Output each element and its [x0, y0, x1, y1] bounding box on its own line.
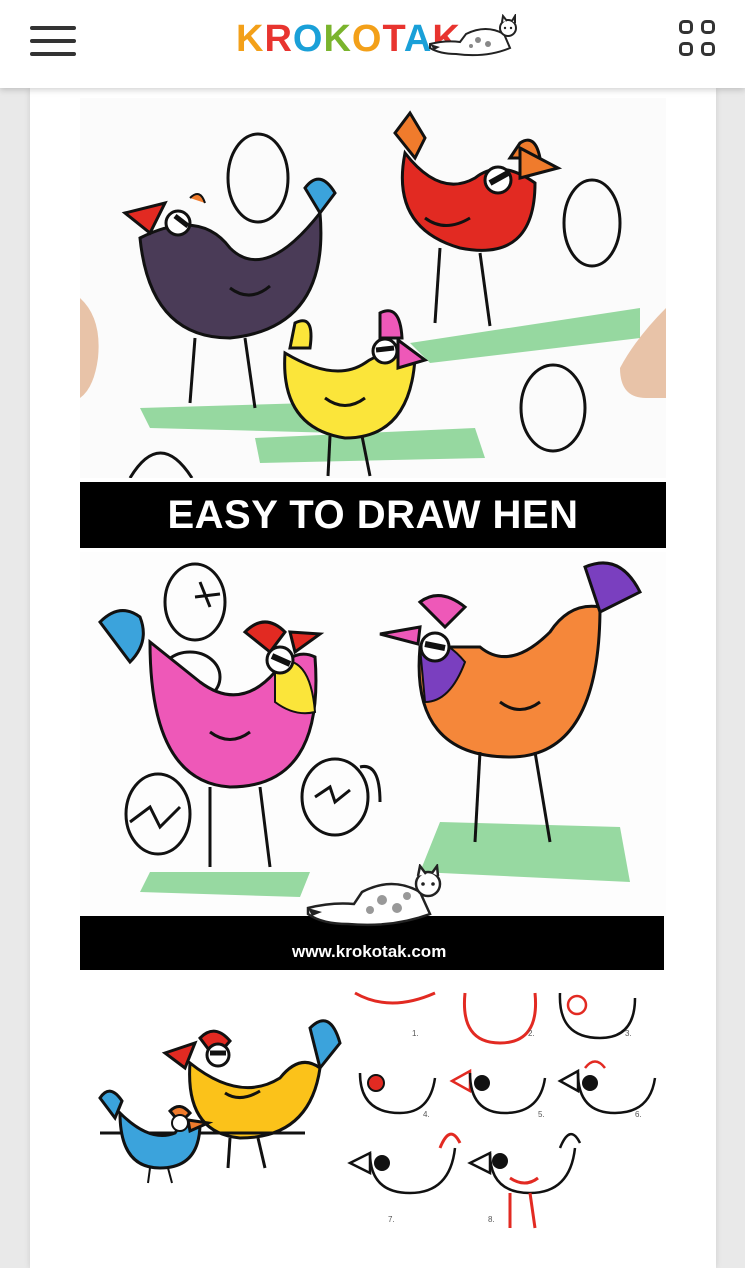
step-number: 1.	[412, 1029, 419, 1038]
banner-title: EASY TO DRAW HEN	[167, 492, 579, 537]
step-number: 5.	[538, 1110, 545, 1119]
step-number: 6.	[635, 1110, 642, 1119]
logo-letter: K	[323, 18, 352, 60]
logo-letter: T	[382, 18, 404, 60]
watermark-url: www.krokotak.com	[292, 942, 447, 961]
hamburger-menu-icon[interactable]	[30, 24, 78, 58]
step-number: 8.	[488, 1215, 495, 1224]
grid-apps-icon[interactable]	[679, 20, 719, 60]
step-number: 2.	[528, 1029, 535, 1038]
logo-letter: O	[351, 18, 383, 60]
title-banner: EASY TO DRAW HEN	[80, 482, 666, 548]
step-number: 7.	[388, 1215, 395, 1224]
step-number: 4.	[423, 1110, 430, 1119]
top-app-bar: KROKOTAK	[0, 0, 745, 88]
article-card: EASY TO DRAW HEN www.krokotak.com 1. 2. …	[30, 88, 716, 1268]
logo-letter: K	[236, 18, 265, 60]
two-hens-image: www.krokotak.com	[80, 552, 666, 970]
step-by-step-image: 1. 2. 3. 4. 5. 6. 7. 8.	[80, 983, 666, 1268]
krokotak-logo[interactable]: KROKOTAK	[236, 10, 526, 70]
step-number: 3.	[625, 1029, 632, 1038]
three-hens-drawing	[80, 110, 666, 478]
crocodile-cat-mascot-icon	[429, 14, 517, 57]
three-hens-image	[80, 98, 666, 478]
two-hens-drawing	[98, 561, 643, 897]
logo-letter: R	[264, 18, 293, 60]
logo-letter: O	[292, 18, 324, 60]
step-by-step-drawing	[98, 991, 657, 1229]
crocodile-cat-watermark-icon	[306, 864, 442, 927]
